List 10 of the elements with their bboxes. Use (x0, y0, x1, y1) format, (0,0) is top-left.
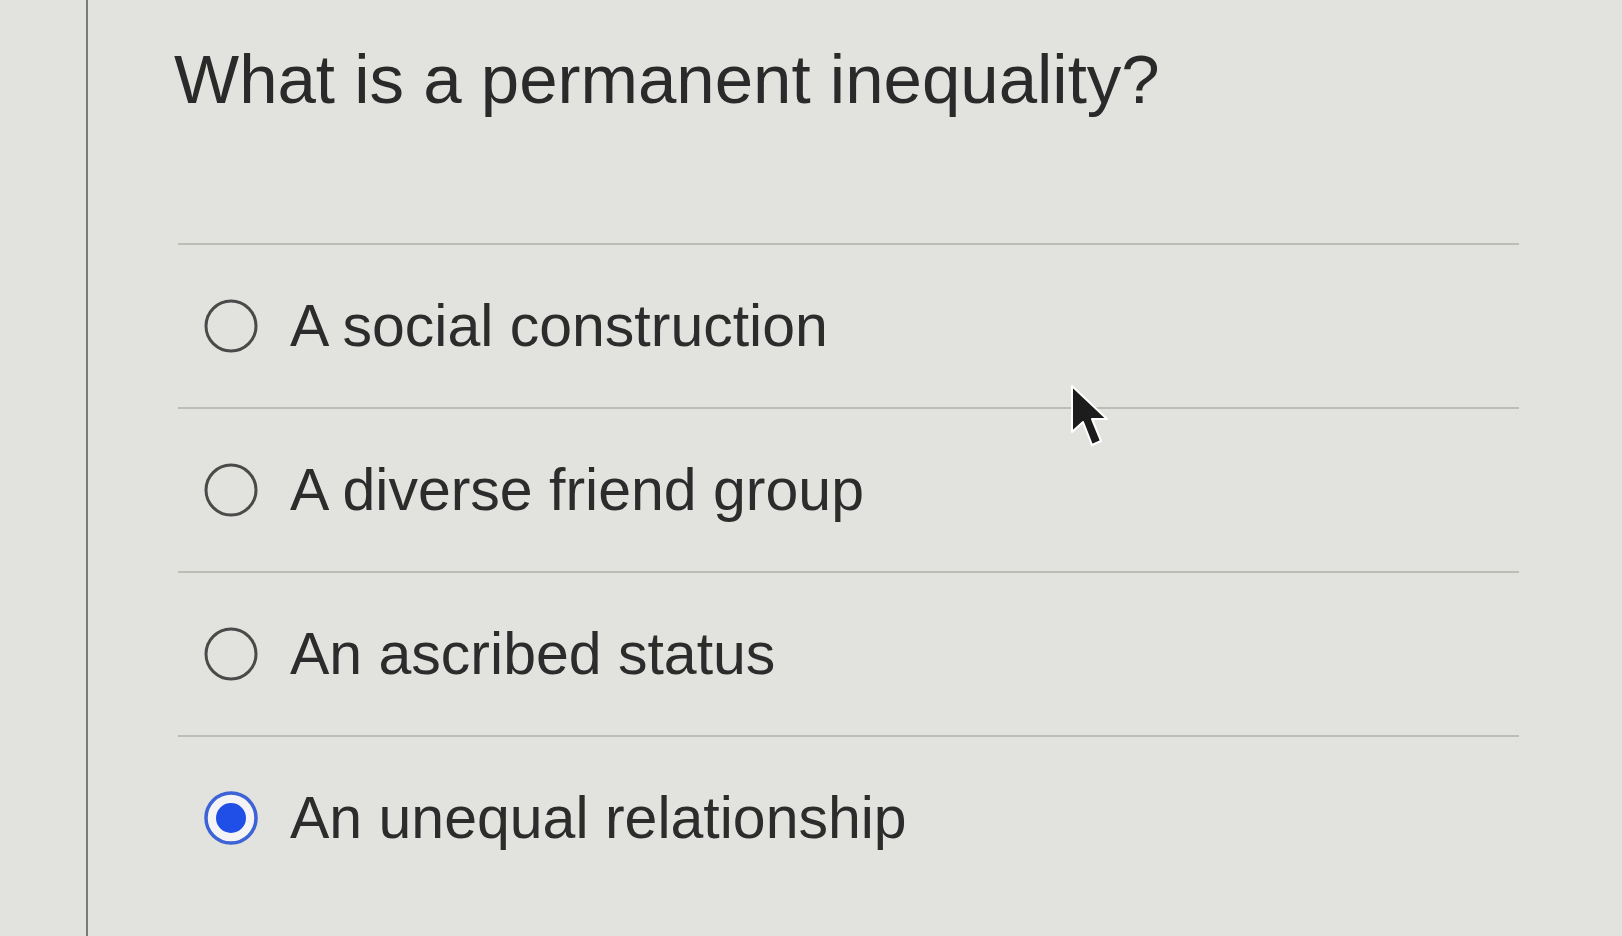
radio-button[interactable] (204, 627, 258, 681)
radio-button[interactable] (204, 463, 258, 517)
question-text: What is a permanent inequality? (174, 40, 1161, 120)
option-label[interactable]: A diverse friend group (290, 455, 864, 525)
radio-button[interactable] (204, 791, 258, 845)
option-label[interactable]: An ascribed status (290, 619, 776, 689)
cursor-icon (1069, 384, 1109, 448)
radio-button[interactable] (204, 299, 258, 353)
option-label[interactable]: An unequal relationship (290, 783, 907, 853)
option-label[interactable]: A social construction (290, 291, 828, 361)
